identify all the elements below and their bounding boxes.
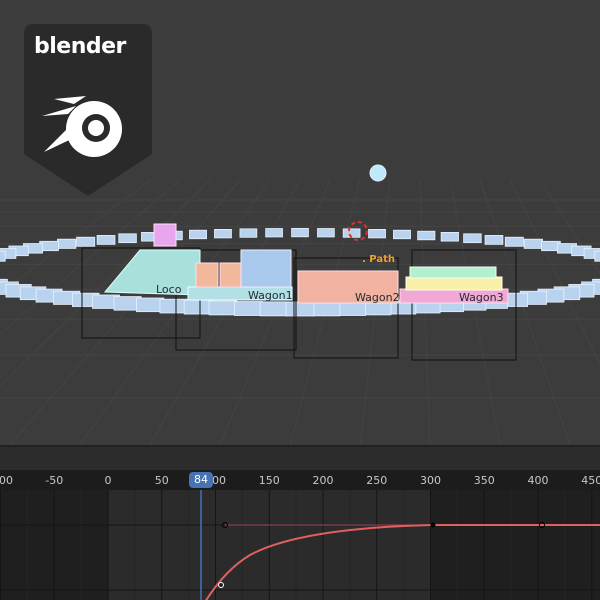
track-tie [463,233,482,244]
object-label-wagon1: Wagon1 [248,289,293,302]
track-tie [523,238,543,249]
frame-tick-label: -100 [0,474,13,487]
track-tie [239,228,258,238]
wagon3-layer [409,266,497,279]
light-icon [369,164,387,182]
track-tie [311,301,341,317]
track-tie [57,238,77,249]
current-frame-indicator[interactable]: 84 [189,472,213,488]
frame-tick-label: -50 [45,474,64,487]
track-tie [317,228,335,238]
track-tie [96,235,116,245]
track-tie [76,236,96,247]
wagon1-crate [195,262,219,288]
track-tie [504,236,524,247]
track-tie [234,301,263,316]
track-tie [183,299,213,315]
frame-tick-label: 350 [473,474,495,487]
track-tie [417,230,436,241]
blender-logo: blender [24,24,152,196]
logo-text: blender [34,34,126,59]
frame-tick-label: 300 [420,474,441,487]
track-tie [0,250,6,262]
track-tie [393,229,411,240]
loco-chimney [153,223,177,247]
track-tie [265,228,283,238]
track-tie [594,250,600,262]
track-tie [285,301,315,317]
wagon1-crate [219,262,243,288]
frame-tick-label: 250 [366,474,388,487]
track-tie [214,229,232,239]
track-tie [189,229,207,240]
graph-editor-canvas[interactable] [0,490,600,600]
keyframe-handle-selected [218,582,224,588]
track-tie [159,298,188,314]
wagon1-box [240,249,292,288]
3d-viewport[interactable]: blender Loco Wagon1 Wagon2 Wagon3 . Path [0,0,600,445]
frame-tick-label: 450 [581,474,600,487]
frame-tick-label: 200 [312,474,334,487]
graph-editor-header [0,445,600,470]
frame-tick-label: 150 [258,474,280,487]
track-tie [291,227,309,238]
track-tie [440,232,459,242]
keyframe [430,522,436,528]
frame-ruler[interactable]: -100-50050100150200250300350400450 [0,470,600,490]
object-label-wagon2: Wagon2 [355,291,400,304]
object-label-loco: Loco [156,283,182,296]
frame-tick-label: 50 [154,474,169,487]
object-label-wagon3: Wagon3 [459,291,504,304]
track-tie [208,300,238,316]
track-tie [118,233,137,244]
loco-body [103,249,201,296]
frame-tick-label: 0 [104,474,112,487]
track-tie [484,235,504,245]
path-label: . Path [362,254,395,265]
frame-tick-label: 400 [527,474,549,487]
wagon3-layer [405,276,503,291]
track-tie [368,229,386,239]
track-tie [259,301,289,317]
